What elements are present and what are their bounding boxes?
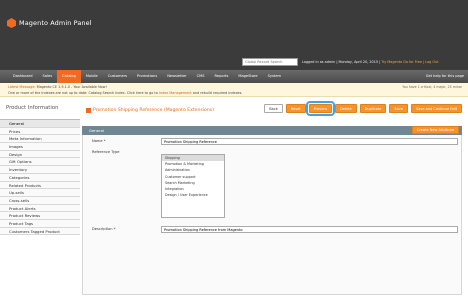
header-links: Logged in as admin | Monday, April 20, 2… — [302, 60, 439, 64]
save-button[interactable]: Save — [389, 104, 408, 113]
magento-logo[interactable]: Magento Admin Panel — [7, 17, 92, 29]
tab-design[interactable]: Design — [0, 150, 80, 159]
product-tabs-sidebar: Product Information General Prices Meta … — [0, 104, 80, 236]
global-search — [242, 58, 298, 66]
delete-button[interactable]: Delete — [335, 104, 357, 113]
page-title: Promotion Shipping Reference (Magento Ex… — [86, 106, 214, 114]
index-notice: One or more of the Indexes are not up to… — [8, 91, 242, 95]
tab-related-products[interactable]: Related Products — [0, 181, 80, 190]
reset-button[interactable]: Reset — [285, 104, 306, 113]
tab-general[interactable]: General — [0, 120, 80, 128]
nav-mobile[interactable]: Mobile — [81, 70, 103, 83]
tab-product-alerts[interactable]: Product Alerts — [0, 204, 80, 213]
general-panel-title: General — [89, 128, 104, 133]
general-panel-header: General Create New Attribute — [82, 126, 462, 135]
latest-message-label: Latest Message: — [8, 85, 36, 89]
main-navigation: Dashboard Sales Catalog Mobile Customers… — [0, 70, 468, 83]
create-new-attribute-button[interactable]: Create New Attribute — [412, 126, 459, 134]
tab-product-tags[interactable]: Product Tags — [0, 219, 80, 228]
tab-inventory[interactable]: Inventory — [0, 166, 80, 174]
system-notices: Latest Message: Magento CE 1.9.1.0 - You… — [0, 83, 468, 97]
index-notice-suffix: and rebuild required indexes. — [192, 91, 243, 95]
nav-reports[interactable]: Reports — [210, 70, 234, 83]
description-label: Description * — [92, 227, 116, 231]
tab-images[interactable]: Images — [0, 143, 80, 151]
action-toolbar: Back Reset Preview Delete Duplicate Save… — [264, 101, 462, 116]
nav-newsletter[interactable]: Newsletter — [162, 70, 191, 83]
nav-magestore[interactable]: MageStore — [233, 70, 262, 83]
logo-text: Magento Admin Panel — [19, 19, 92, 27]
magento-logo-icon — [7, 18, 16, 28]
general-form: Name * Reference Type Shipping Promotion… — [82, 135, 462, 295]
critical-messages-link[interactable]: You have 1 critical, 4 major, 25 minor — [402, 85, 462, 89]
tab-gift-options[interactable]: Gift Options — [0, 158, 80, 167]
page-title-text: Promotion Shipping Reference (Magento Ex… — [93, 107, 214, 113]
reference-type-label: Reference Type — [92, 150, 120, 154]
nav-sales[interactable]: Sales — [38, 70, 58, 83]
index-management-link[interactable]: Index Management — [159, 91, 192, 95]
latest-message: Latest Message: Magento CE 1.9.1.0 - You… — [8, 85, 107, 89]
tab-up-sells[interactable]: Up-sells — [0, 189, 80, 197]
nav-promotions[interactable]: Promotions — [132, 70, 162, 83]
nav-system[interactable]: System — [263, 70, 286, 83]
admin-header: Magento Admin Panel Logged in as admin |… — [0, 0, 468, 70]
index-notice-prefix: One or more of the Indexes are not up to… — [8, 91, 158, 95]
tab-prices[interactable]: Prices — [0, 127, 80, 136]
tab-categories[interactable]: Categories — [0, 173, 80, 182]
name-field[interactable] — [161, 138, 458, 145]
reference-type-multiselect[interactable]: Shipping Promotion & Marketing Administr… — [161, 154, 225, 218]
nav-customers[interactable]: Customers — [103, 70, 132, 83]
nav-catalog[interactable]: Catalog — [57, 70, 81, 83]
nav-cms[interactable]: CMS — [192, 70, 210, 83]
product-icon — [86, 107, 91, 113]
nav-dashboard[interactable]: Dashboard — [8, 70, 38, 83]
tab-product-reviews[interactable]: Product Reviews — [0, 212, 80, 220]
save-and-continue-button[interactable]: Save and Continue Edit — [410, 104, 462, 113]
header-actions-link[interactable]: Try Magento Go for Free | Log Out — [381, 60, 438, 64]
user-info: Logged in as admin | Monday, April 20, 2… — [302, 60, 381, 64]
tab-cross-sells[interactable]: Cross-sells — [0, 196, 80, 205]
sidebar-title: Product Information — [6, 105, 59, 111]
description-field[interactable] — [161, 226, 458, 233]
back-button[interactable]: Back — [264, 104, 283, 113]
sidebar-tab-list: General Prices Meta Information Images D… — [0, 119, 80, 236]
latest-message-text[interactable]: Magento CE 1.9.1.0 - Your Available Now! — [37, 85, 107, 89]
tab-meta-information[interactable]: Meta Information — [0, 135, 80, 144]
help-link[interactable]: Get help for this page — [426, 70, 464, 83]
tab-customers-tagged-product[interactable]: Customers Tagged Product — [0, 227, 80, 236]
name-label: Name * — [92, 139, 106, 143]
duplicate-button[interactable]: Duplicate — [359, 104, 387, 113]
global-search-input[interactable] — [242, 58, 298, 66]
preview-button[interactable]: Preview — [305, 101, 336, 116]
reference-option[interactable]: Design / User Experience — [162, 192, 224, 198]
